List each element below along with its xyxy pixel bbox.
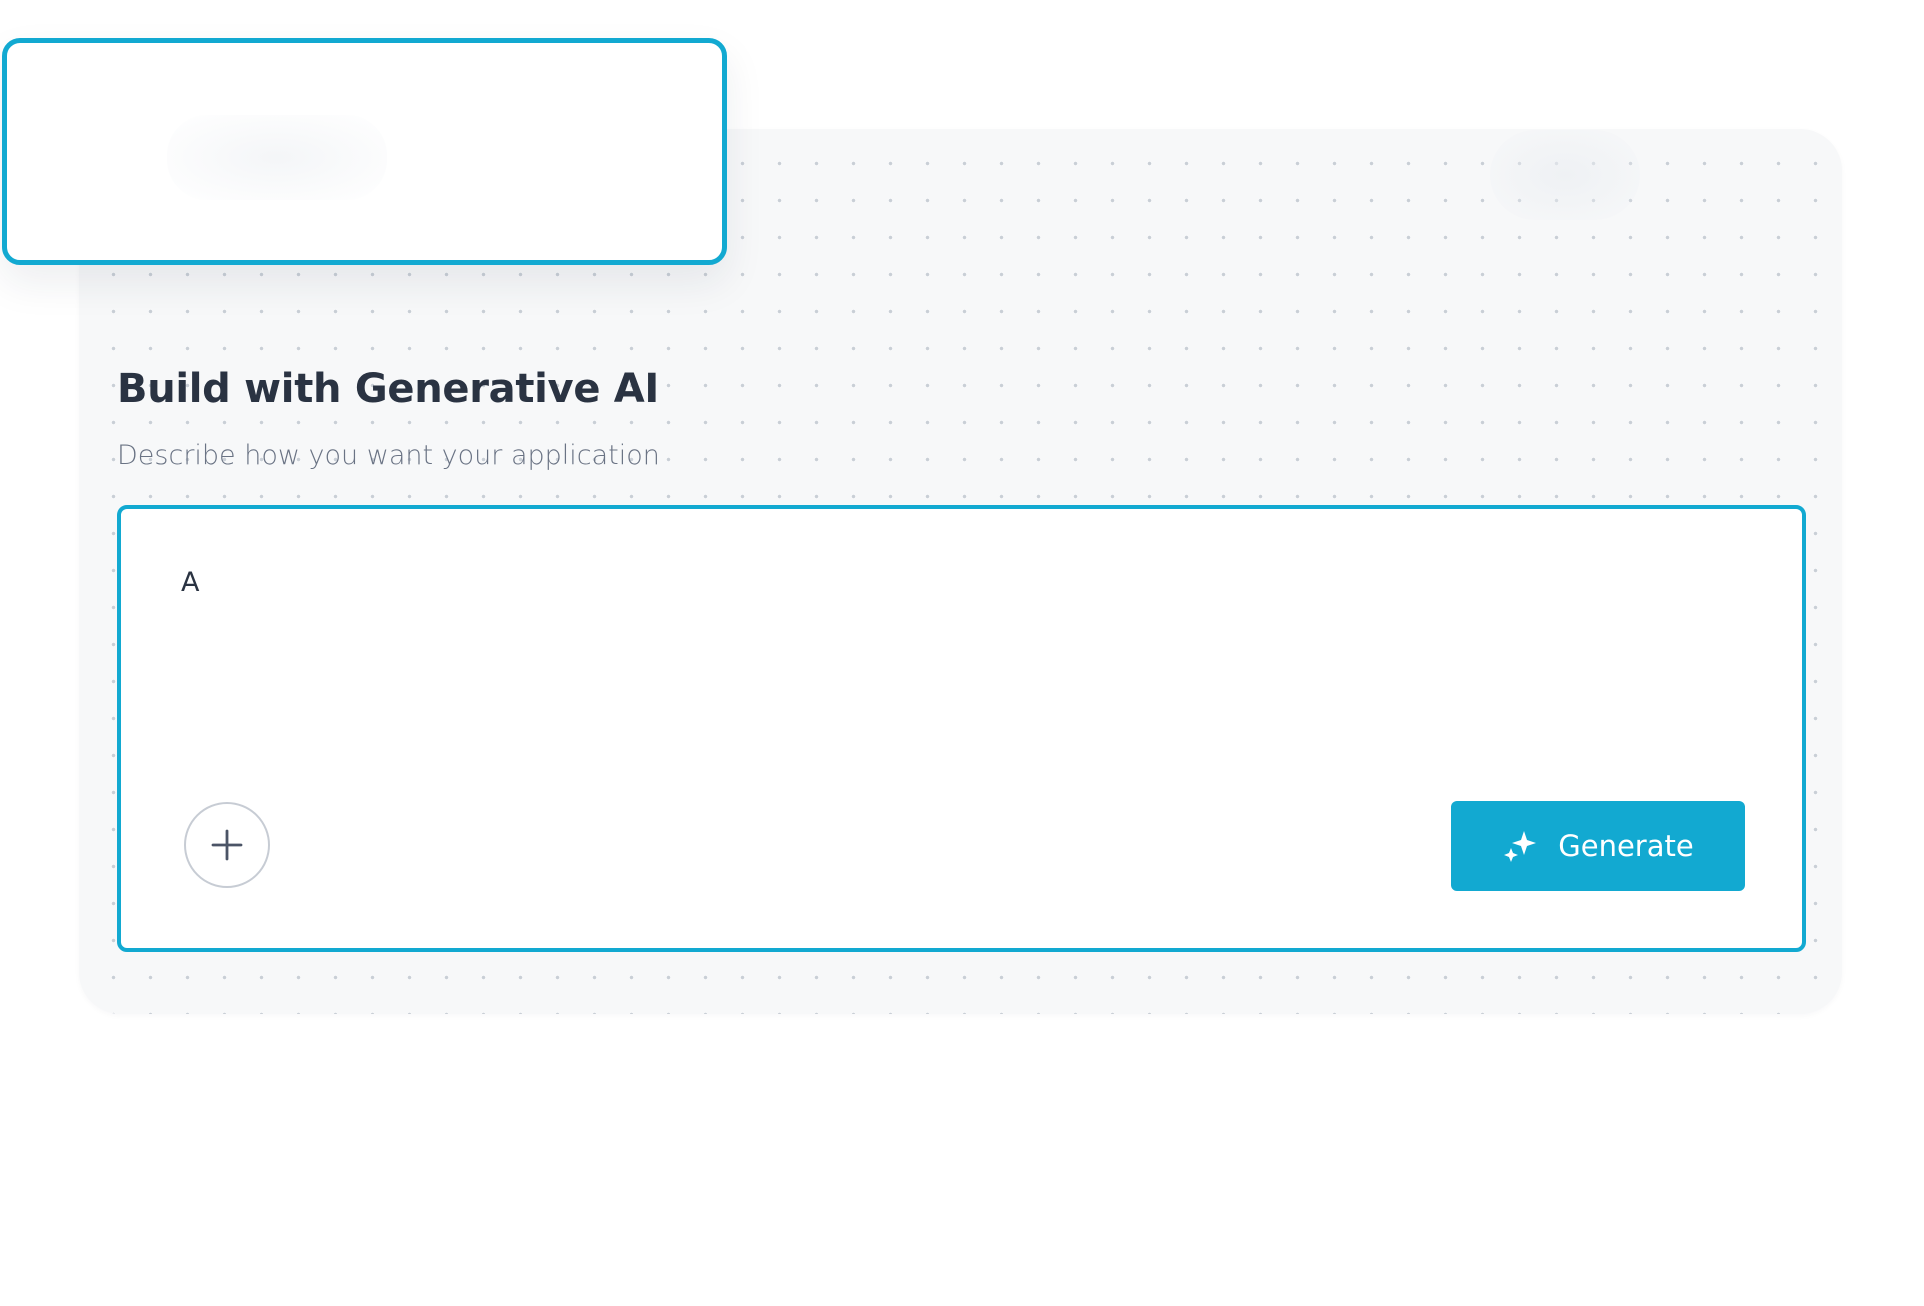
prompt-input[interactable]: A Generate xyxy=(117,505,1806,952)
plus-icon xyxy=(211,829,243,861)
generate-button-label: Generate xyxy=(1558,829,1694,863)
page: Build with Generative AI Describe how yo… xyxy=(0,0,1924,1306)
decorative-illustration xyxy=(1490,130,1640,220)
floating-preview-window xyxy=(2,38,727,265)
generate-button[interactable]: Generate xyxy=(1451,801,1745,891)
page-subtitle: Describe how you want your application xyxy=(117,440,660,471)
decorative-illustration xyxy=(167,115,387,200)
prompt-input-value[interactable]: A xyxy=(181,567,199,598)
sparkle-icon xyxy=(1502,828,1538,864)
page-title: Build with Generative AI xyxy=(117,366,660,412)
add-attachment-button[interactable] xyxy=(184,802,270,888)
